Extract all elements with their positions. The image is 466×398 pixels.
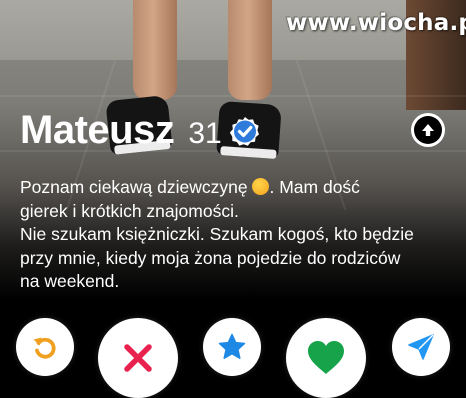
left-leg (133, 0, 177, 100)
nope-button[interactable] (98, 318, 178, 398)
send-icon (408, 334, 434, 360)
profile-bio: Poznam ciekawą dziewczynę . Mam dość gie… (20, 176, 450, 294)
profile-name: Mateusz (20, 108, 175, 152)
heart-icon (308, 341, 344, 374)
right-leg (228, 0, 272, 100)
x-icon (124, 344, 152, 372)
bio-line: na weekend. (20, 271, 120, 291)
hugging-face-emoji-icon (252, 178, 270, 195)
like-button[interactable] (286, 318, 366, 398)
action-bar (0, 318, 466, 398)
profile-age: 31 (188, 117, 222, 150)
arrow-up-icon (414, 116, 442, 144)
bio-line: Poznam ciekawą dziewczynę . Mam dość (20, 177, 360, 197)
rewind-icon (33, 337, 56, 359)
star-icon (218, 333, 246, 359)
super-like-button[interactable] (203, 318, 261, 376)
boost-button[interactable] (392, 318, 450, 376)
watermark: www.wiocha.pl (286, 10, 466, 36)
bio-line: Nie szukam księżniczki. Szukam kogoś, kt… (20, 224, 414, 244)
profile-header: Mateusz 31 (20, 108, 260, 153)
open-profile-button[interactable] (411, 113, 445, 147)
bio-line: gierek i krótkich znajomości. (20, 200, 239, 221)
verified-badge-icon (229, 116, 260, 146)
rewind-button[interactable] (16, 318, 74, 376)
bio-line: przy mnie, kiedy moja żona pojedzie do r… (20, 247, 401, 268)
